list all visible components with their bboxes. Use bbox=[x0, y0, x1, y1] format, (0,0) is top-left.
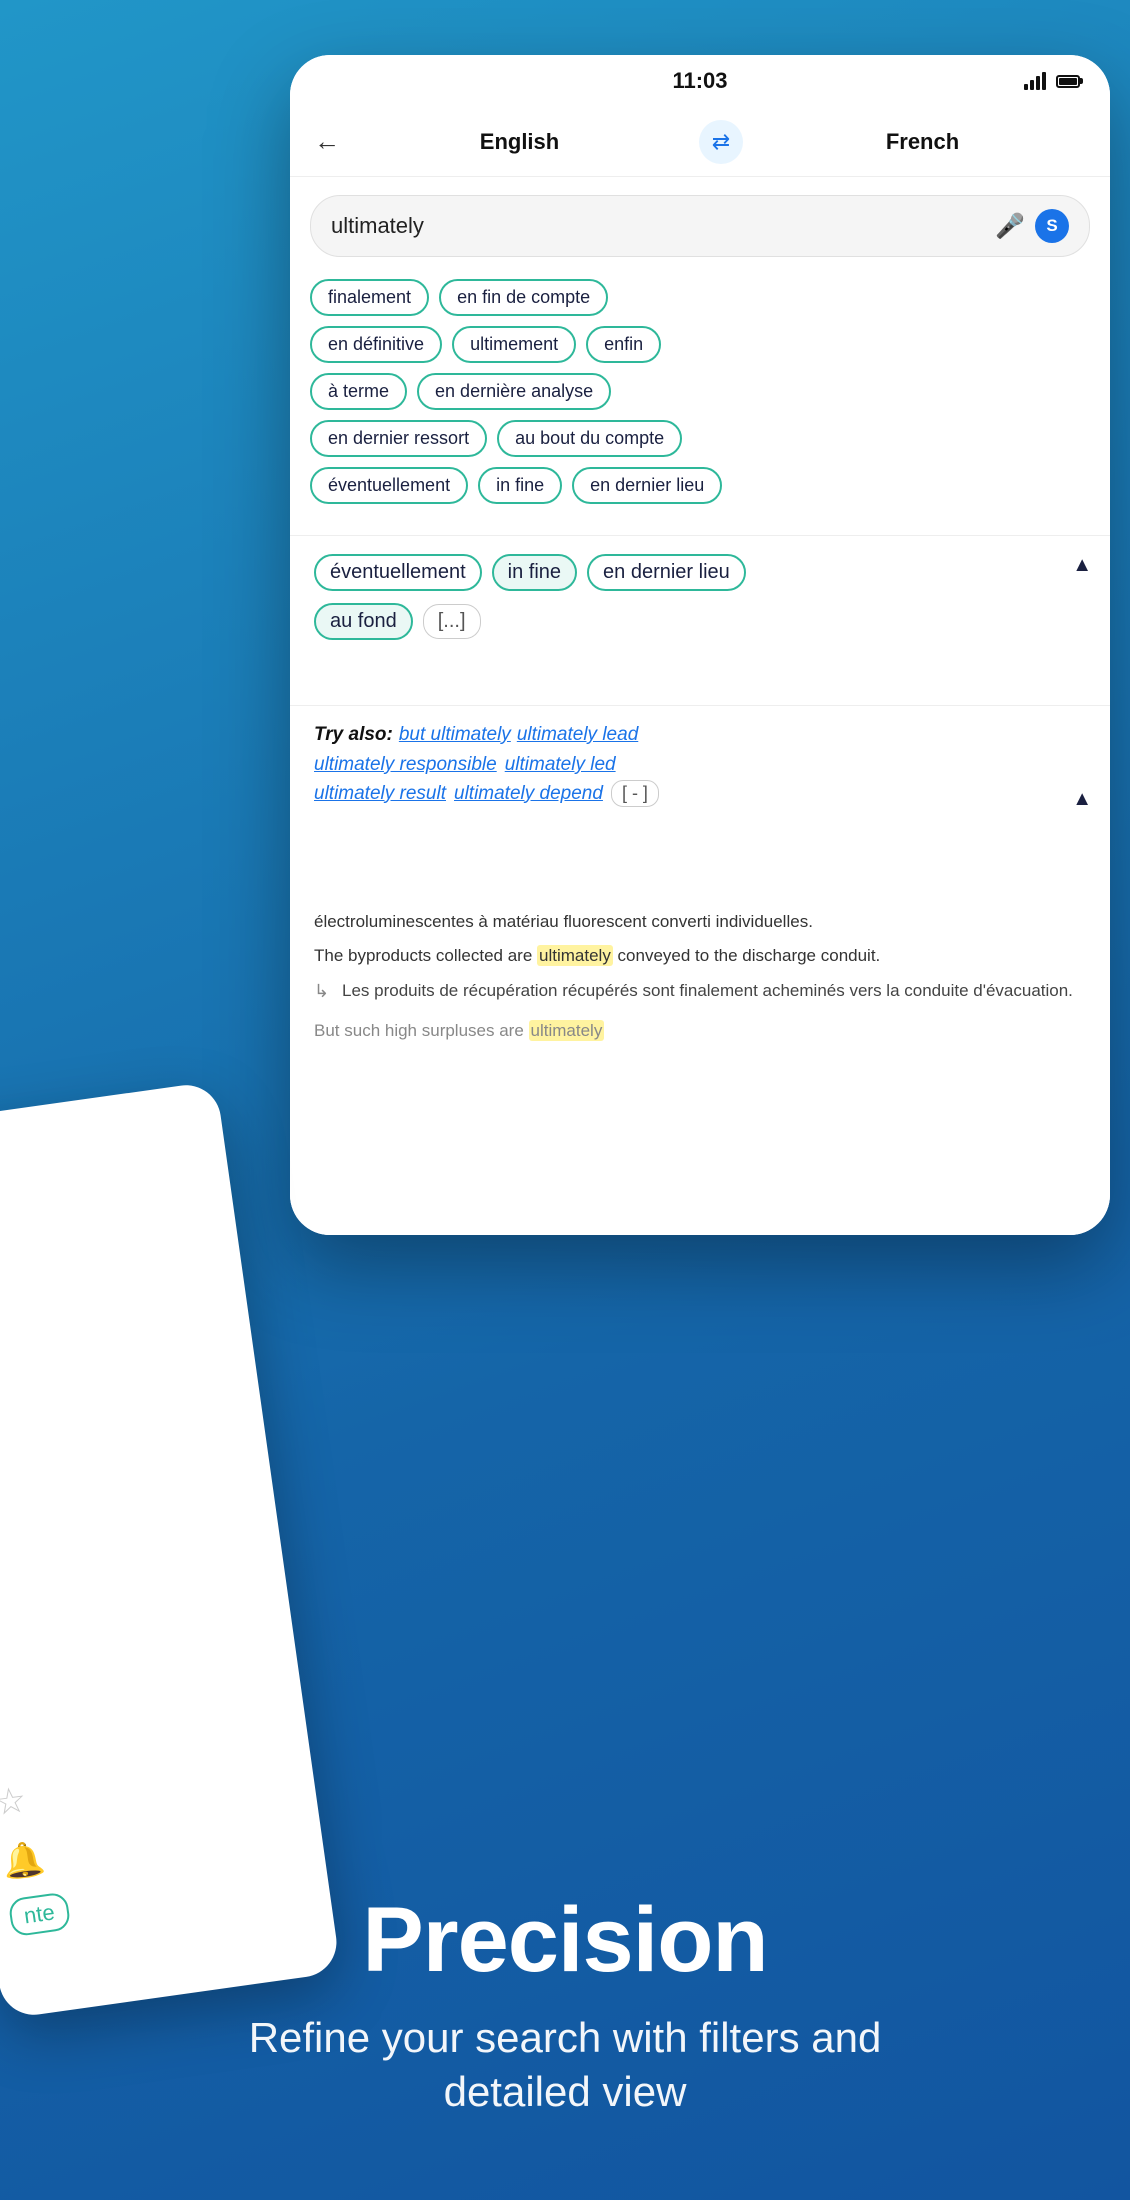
reverso-logo-button[interactable]: S bbox=[1035, 209, 1069, 243]
speaker-icon-1: 🔔 bbox=[0, 1175, 214, 1256]
expanded-chip-row-2: au fond [...] bbox=[314, 603, 1086, 640]
search-input[interactable]: ultimately bbox=[331, 213, 985, 239]
swap-icon: ⇄ bbox=[712, 129, 730, 155]
phone-mockup: 11:03 ← English ⇄ French ultimately 🎤 S bbox=[290, 55, 1110, 1235]
chip-en-derniere-analyse[interactable]: en dernière analyse bbox=[417, 373, 611, 410]
translation-row-5: éventuellement in fine en dernier lieu bbox=[310, 467, 1090, 504]
example-sentence-1: The byproducts collected are ultimately … bbox=[314, 943, 1086, 969]
try-also-label: Try also: bbox=[314, 724, 393, 746]
signal-bar-2 bbox=[1030, 80, 1034, 90]
battery-fill bbox=[1059, 78, 1077, 85]
chip-en-dernier-ressort[interactable]: en dernier ressort bbox=[310, 420, 487, 457]
try-link-ultimately-depend[interactable]: ultimately depend bbox=[454, 783, 603, 805]
try-link-but-ultimately[interactable]: but ultimately bbox=[399, 724, 511, 746]
translation-row-4: en dernier ressort au bout du compte bbox=[310, 420, 1090, 457]
try-also-line-1: Try also: but ultimately ultimately lead bbox=[314, 724, 1086, 746]
try-also-dash-button[interactable]: [ - ] bbox=[611, 780, 659, 807]
app-header: ← English ⇄ French bbox=[290, 107, 1110, 177]
lang-from-label[interactable]: English bbox=[356, 129, 683, 155]
try-link-ultimately-responsible[interactable]: ultimately responsible bbox=[314, 754, 497, 776]
precision-title: Precision bbox=[362, 1888, 767, 1993]
try-also-section: Try also: but ultimately ultimately lead… bbox=[290, 705, 1110, 827]
status-time: 11:03 bbox=[672, 68, 727, 94]
try-also-line-3: ultimately result ultimately depend [ - … bbox=[314, 780, 1086, 807]
example-1-pre: The byproducts collected are bbox=[314, 946, 537, 965]
faded-pre: But such high surpluses are bbox=[314, 1021, 529, 1040]
chip-au-bout-du-compte[interactable]: au bout du compte bbox=[497, 420, 682, 457]
swap-language-button[interactable]: ⇄ bbox=[699, 120, 743, 164]
chip-ultimement[interactable]: ultimement bbox=[452, 326, 576, 363]
translation-row-2: en définitive ultimement enfin bbox=[310, 326, 1090, 363]
expanded-chip-row-1: éventuellement in fine en dernier lieu bbox=[314, 554, 1086, 591]
search-bar[interactable]: ultimately 🎤 S bbox=[310, 195, 1090, 257]
second-phone-content: ☆ 🔔 bbox=[0, 1081, 238, 1289]
back-button[interactable]: ← bbox=[314, 126, 340, 157]
exp-chip-in-fine[interactable]: in fine bbox=[492, 554, 577, 591]
faded-highlight: ultimately bbox=[529, 1020, 605, 1041]
expanded-panel: éventuellement in fine en dernier lieu a… bbox=[290, 535, 1110, 666]
precision-subtitle: Refine your search with filters and deta… bbox=[215, 2011, 915, 2120]
french-partial-sentence: électroluminescentes à matériau fluoresc… bbox=[314, 909, 1086, 935]
chip-en-fin-de-compte[interactable]: en fin de compte bbox=[439, 279, 608, 316]
chip-en-definitive[interactable]: en définitive bbox=[310, 326, 442, 363]
marketing-section: Precision Refine your search with filter… bbox=[0, 1420, 1130, 2200]
chip-in-fine[interactable]: in fine bbox=[478, 467, 562, 504]
status-bar: 11:03 bbox=[290, 55, 1110, 107]
translation-row-1: finalement en fin de compte bbox=[310, 279, 1090, 316]
translations-area: finalement en fin de compte en définitiv… bbox=[290, 267, 1110, 526]
signal-bar-1 bbox=[1024, 84, 1028, 90]
try-link-ultimately-led[interactable]: ultimately led bbox=[505, 754, 616, 776]
chip-enfin[interactable]: enfin bbox=[586, 326, 661, 363]
chip-eventuellement[interactable]: éventuellement bbox=[310, 467, 468, 504]
exp-chip-eventuellement[interactable]: éventuellement bbox=[314, 554, 482, 591]
signal-bar-4 bbox=[1042, 72, 1046, 90]
status-icons bbox=[1024, 72, 1080, 90]
chip-en-dernier-lieu[interactable]: en dernier lieu bbox=[572, 467, 722, 504]
try-link-ultimately-result[interactable]: ultimately result bbox=[314, 783, 446, 805]
examples-area: électroluminescentes à matériau fluoresc… bbox=[290, 895, 1110, 1235]
try-also-line-2: ultimately responsible ultimately led bbox=[314, 754, 1086, 776]
battery-icon bbox=[1056, 75, 1080, 88]
microphone-icon[interactable]: 🎤 bbox=[995, 212, 1025, 241]
reverso-logo-label: S bbox=[1046, 216, 1057, 236]
signal-bar-3 bbox=[1036, 76, 1040, 90]
collapse-try-also-button[interactable]: ▲ bbox=[1072, 788, 1092, 811]
example-1-highlight: ultimately bbox=[537, 945, 613, 966]
translation-sentence-1: Les produits de récupération récupérés s… bbox=[314, 978, 1086, 1004]
translation-row-3: à terme en dernière analyse bbox=[310, 373, 1090, 410]
exp-chip-ellipsis[interactable]: [...] bbox=[423, 604, 481, 639]
example-1-post: conveyed to the discharge conduit. bbox=[613, 946, 880, 965]
signal-icon bbox=[1024, 72, 1046, 90]
chip-finalement[interactable]: finalement bbox=[310, 279, 429, 316]
faded-sentence-2: But such high surpluses are ultimately bbox=[314, 1018, 1086, 1044]
chip-a-terme[interactable]: à terme bbox=[310, 373, 407, 410]
exp-chip-en-dernier-lieu[interactable]: en dernier lieu bbox=[587, 554, 746, 591]
try-link-ultimately-lead[interactable]: ultimately lead bbox=[517, 724, 638, 746]
lang-to-label[interactable]: French bbox=[759, 129, 1086, 155]
collapse-expanded-button[interactable]: ▲ bbox=[1072, 554, 1092, 577]
exp-chip-au-fond[interactable]: au fond bbox=[314, 603, 413, 640]
